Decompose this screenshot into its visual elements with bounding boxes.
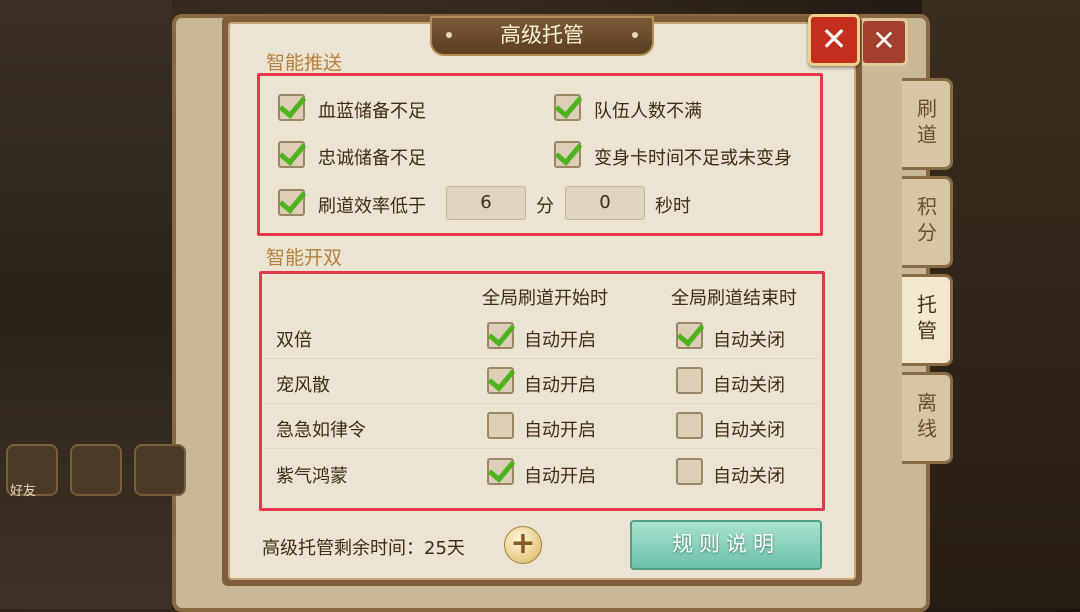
- label-low-efficiency: 刷道效率低于: [318, 196, 426, 217]
- row-name-purple-qi: 紫气鸿蒙: [276, 466, 348, 487]
- friends-label: 好友: [10, 484, 37, 499]
- close-icon: ✕: [820, 20, 848, 58]
- checkbox-transform-card[interactable]: [554, 141, 581, 168]
- game-background-left: [0, 0, 172, 609]
- label-team-not-full: 队伍人数不满: [594, 101, 702, 122]
- label-urgent-order-end: 自动关闭: [713, 420, 785, 441]
- checkbox-urgent-order-start[interactable]: [487, 412, 514, 439]
- dialog-title-plate: 高级托管: [430, 16, 654, 56]
- plus-icon: +: [510, 526, 536, 561]
- checkbox-low-loyalty[interactable]: [278, 141, 305, 168]
- remaining-time: 高级托管剩余时间：25天: [262, 538, 465, 559]
- background-close-icon[interactable]: ✕: [860, 18, 908, 66]
- label-low-hp-mp: 血蓝储备不足: [318, 101, 426, 122]
- row-divider: [264, 448, 818, 449]
- rules-button[interactable]: 规则说明: [630, 520, 822, 570]
- row-name-urgent-order: 急急如律令: [276, 420, 366, 441]
- section-title-smart-push: 智能推送: [266, 52, 343, 74]
- tab-jifen[interactable]: 积分: [902, 176, 953, 268]
- label-pet-wind-start: 自动开启: [524, 375, 596, 396]
- dialog-title: 高级托管: [500, 23, 584, 47]
- close-button[interactable]: ✕: [808, 14, 860, 66]
- label-low-loyalty: 忠诚储备不足: [318, 148, 426, 169]
- column-header-start: 全局刷道开始时: [482, 288, 608, 309]
- row-name-pet-wind: 宠风散: [276, 375, 330, 396]
- seconds-unit: 秒时: [655, 196, 691, 217]
- chat-icon[interactable]: [70, 444, 122, 496]
- label-urgent-order-start: 自动开启: [524, 420, 596, 441]
- title-ornament-left: [446, 32, 452, 38]
- label-double-start: 自动开启: [524, 330, 596, 351]
- label-purple-qi-end: 自动关闭: [713, 466, 785, 487]
- row-divider: [264, 358, 818, 359]
- row-divider: [264, 403, 818, 404]
- seconds-input[interactable]: 0: [565, 186, 645, 220]
- row-name-double: 双倍: [276, 330, 312, 351]
- checkbox-low-efficiency[interactable]: [278, 189, 305, 216]
- label-purple-qi-start: 自动开启: [524, 466, 596, 487]
- label-double-end: 自动关闭: [713, 330, 785, 351]
- checkbox-double-end[interactable]: [676, 322, 703, 349]
- tab-tuoguan[interactable]: 托管: [902, 274, 953, 366]
- label-transform-card: 变身卡时间不足或未变身: [594, 148, 792, 169]
- checkbox-low-hp-mp[interactable]: [278, 94, 305, 121]
- voice-icon[interactable]: [134, 444, 186, 496]
- checkbox-pet-wind-end[interactable]: [676, 367, 703, 394]
- minutes-unit: 分: [536, 196, 554, 217]
- checkbox-double-start[interactable]: [487, 322, 514, 349]
- label-pet-wind-end: 自动关闭: [713, 375, 785, 396]
- column-header-end: 全局刷道结束时: [671, 288, 797, 309]
- minutes-input[interactable]: 6: [446, 186, 526, 220]
- title-ornament-right: [632, 32, 638, 38]
- tab-lixian[interactable]: 离线: [902, 372, 953, 464]
- section-title-smart-double: 智能开双: [266, 247, 343, 269]
- extend-time-button[interactable]: +: [504, 526, 542, 564]
- checkbox-purple-qi-start[interactable]: [487, 458, 514, 485]
- checkbox-team-not-full[interactable]: [554, 94, 581, 121]
- checkbox-pet-wind-start[interactable]: [487, 367, 514, 394]
- tab-shuadao[interactable]: 刷道: [902, 78, 953, 170]
- checkbox-urgent-order-end[interactable]: [676, 412, 703, 439]
- checkbox-purple-qi-end[interactable]: [676, 458, 703, 485]
